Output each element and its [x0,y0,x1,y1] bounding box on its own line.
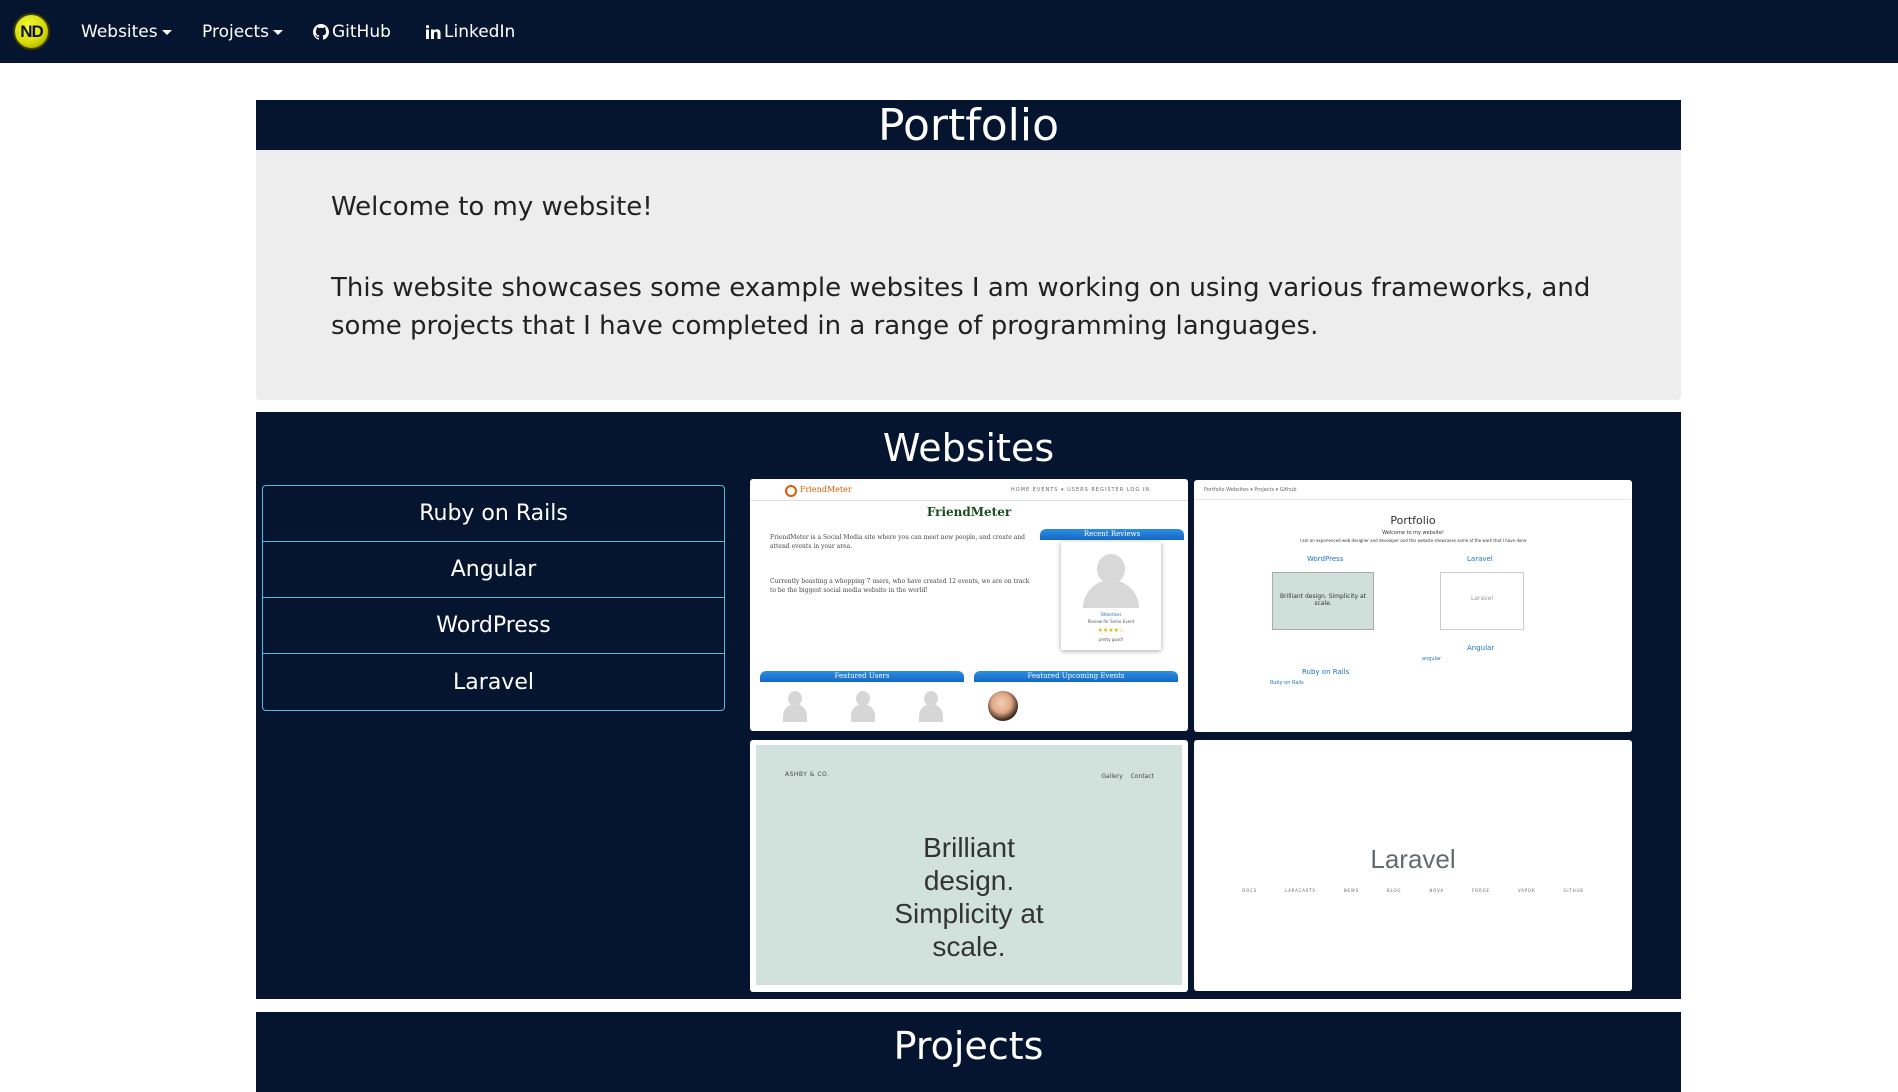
thumb-mini-text: Brilliant design. Simplicity at scale. [1280,593,1366,607]
nav-github-label: GitHub [332,21,391,42]
thumb-featured-users-bar: Featured Users [760,671,964,682]
thumb-laravel-link: Laravel [1467,555,1493,563]
framework-item-angular[interactable]: Angular [263,542,724,598]
thumb-brand: ASHBY & CO. [785,771,830,778]
thumbnail-ashby[interactable]: ASHBY & CO. Gallery Contact Brilliant de… [750,740,1188,992]
welcome-jumbotron: Welcome to my website! This website show… [256,150,1681,400]
framework-item-wordpress[interactable]: WordPress [263,598,724,654]
thumb-review-user: OtherUser [1100,612,1122,617]
description-text: This website showcases some example webs… [331,273,1591,341]
thumb-review-stars: ★★★★☆ [1097,627,1125,634]
chevron-down-icon [273,30,284,35]
site-logo[interactable]: ND [13,13,50,50]
thumb-title: FriendMeter [926,505,1012,519]
thumb-angular-small-link: angular [1422,656,1442,662]
websites-section: Websites Ruby on Rails Angular WordPress… [256,412,1681,999]
thumb-subtitle: I am an experienced web designer and dev… [1299,538,1527,543]
thumb-recent-reviews-bar: Recent Reviews [1040,529,1184,540]
thumb-title: Portfolio [1390,514,1436,527]
chevron-down-icon [161,30,172,35]
thumb-featured-events-bar: Featured Upcoming Events [974,671,1178,682]
framework-item-ruby-on-rails[interactable]: Ruby on Rails [263,486,724,542]
thumb-wordpress-link: WordPress [1307,555,1344,563]
thumb-ruby-link: Ruby on Rails [1302,668,1350,676]
thumb-review-for: Review for Some Event [1087,619,1135,624]
thumb-mini-ashby: Brilliant design. Simplicity at scale. [1272,572,1374,630]
thumb-angular-link: Angular [1467,644,1495,652]
thumbnail-portfolio[interactable]: Portfolio Websites ▾ Projects ▾ Github P… [1194,480,1632,732]
framework-list: Ruby on Rails Angular WordPress Laravel [262,485,725,711]
thumb-nav-text: Portfolio Websites ▾ Projects ▾ Github [1204,487,1297,493]
websites-title: Websites [882,426,1055,470]
nav-projects-dropdown[interactable]: Projects [202,0,284,63]
thumbnail-laravel[interactable]: Laravel DOCS LARACASTS NEWS BLOG NOVA FO… [1194,740,1632,991]
welcome-text: Welcome to my website! [331,192,653,222]
thumbnail-friendmeter[interactable]: FriendMeter HOME EVENTS ▾ USERS REGISTER… [750,479,1188,731]
thumb-mini-laravel-text: Laravel [1470,595,1494,602]
linkedin-icon [426,24,441,39]
thumb-title: Laravel [1370,844,1456,874]
nav-websites-label: Websites [81,21,158,42]
thumb-review-text: pretty good! [1098,637,1124,642]
github-icon [313,23,329,40]
thumb-welcome: Welcome to my website! [1382,530,1444,536]
user-avatar-icon [919,691,943,722]
nav-linkedin-link[interactable]: LinkedIn [426,0,515,63]
thumb-navbar: FriendMeter HOME EVENTS ▾ USERS REGISTER… [750,479,1188,501]
framework-item-laravel[interactable]: Laravel [263,654,724,710]
thumb-ashby-hero: ASHBY & CO. Gallery Contact Brilliant de… [756,745,1182,985]
nav-projects-label: Projects [202,21,270,42]
thumb-nav-links: HOME EVENTS ▾ USERS REGISTER LOG IN [1010,487,1150,493]
thumb-intro: FriendMeter is a Social Media site where… [770,534,1025,550]
top-navbar: ND Websites Projects GitHub LinkedIn [0,0,1898,63]
thumb-review-card: OtherUser Review for Some Event ★★★★☆ pr… [1061,542,1161,650]
avatar-placeholder-body [1083,580,1139,608]
event-image [988,691,1018,721]
thumb-hero-text: Brilliant design. Simplicity at scale. [894,832,1044,962]
friendmeter-logo-icon [785,485,797,497]
thumb-ruby-small-link: Ruby on Rails [1270,680,1304,686]
thumb-mini-laravel: Laravel [1440,572,1524,630]
thumb-logo-text: FriendMeter [800,485,852,494]
thumb-nav-links: Gallery Contact [1101,773,1154,780]
user-avatar-icon [783,691,807,722]
nav-github-link[interactable]: GitHub [313,0,391,63]
nav-websites-dropdown[interactable]: Websites [81,0,172,63]
portfolio-title: Portfolio [256,100,1681,151]
nav-linkedin-label: LinkedIn [444,21,516,42]
projects-title: Projects [893,1024,1044,1068]
thumb-navbar: Portfolio Websites ▾ Projects ▾ Github [1194,480,1632,500]
projects-section: Projects [256,1012,1681,1092]
thumb-stats: Currently boasting a whopping 7 users, w… [770,578,1030,594]
user-avatar-icon [851,691,875,722]
thumb-nav-links: DOCS LARACASTS NEWS BLOG NOVA FORGE VAPO… [1242,888,1584,893]
